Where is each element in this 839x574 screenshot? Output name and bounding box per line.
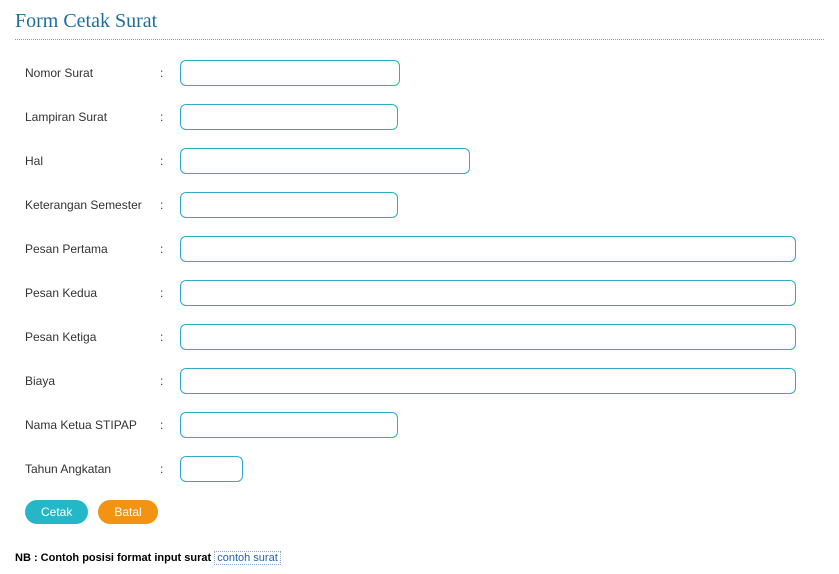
colon: : <box>160 242 180 256</box>
row-tahun-angkatan: Tahun Angkatan : <box>25 456 824 482</box>
form-cetak-surat: Nomor Surat : Lampiran Surat : Hal : Ket… <box>15 60 824 482</box>
label-hal: Hal <box>25 154 160 168</box>
row-pesan-kedua: Pesan Kedua : <box>25 280 824 306</box>
action-bar: Cetak Batal <box>15 500 824 524</box>
label-pesan-ketiga: Pesan Ketiga <box>25 330 160 344</box>
input-keterangan-semester[interactable] <box>180 192 398 218</box>
label-pesan-kedua: Pesan Kedua <box>25 286 160 300</box>
contoh-surat-link[interactable]: contoh surat <box>214 551 281 565</box>
row-hal: Hal : <box>25 148 824 174</box>
input-lampiran-surat[interactable] <box>180 104 398 130</box>
colon: : <box>160 154 180 168</box>
input-nama-ketua-stipap[interactable] <box>180 412 398 438</box>
input-nomor-surat[interactable] <box>180 60 400 86</box>
note-text: NB : Contoh posisi format input surat <box>15 552 214 564</box>
label-keterangan-semester: Keterangan Semester <box>25 198 160 212</box>
row-pesan-ketiga: Pesan Ketiga : <box>25 324 824 350</box>
label-biaya: Biaya <box>25 374 160 388</box>
page-title: Form Cetak Surat <box>15 10 824 33</box>
divider <box>15 39 824 40</box>
label-lampiran-surat: Lampiran Surat <box>25 110 160 124</box>
batal-button[interactable]: Batal <box>98 500 157 524</box>
input-pesan-ketiga[interactable] <box>180 324 796 350</box>
label-nama-ketua-stipap: Nama Ketua STIPAP <box>25 418 160 432</box>
colon: : <box>160 418 180 432</box>
row-pesan-pertama: Pesan Pertama : <box>25 236 824 262</box>
input-pesan-pertama[interactable] <box>180 236 796 262</box>
row-keterangan-semester: Keterangan Semester : <box>25 192 824 218</box>
row-lampiran-surat: Lampiran Surat : <box>25 104 824 130</box>
input-pesan-kedua[interactable] <box>180 280 796 306</box>
cetak-button[interactable]: Cetak <box>25 500 88 524</box>
colon: : <box>160 374 180 388</box>
colon: : <box>160 286 180 300</box>
input-tahun-angkatan[interactable] <box>180 456 243 482</box>
colon: : <box>160 198 180 212</box>
label-nomor-surat: Nomor Surat <box>25 66 160 80</box>
colon: : <box>160 462 180 476</box>
row-nama-ketua-stipap: Nama Ketua STIPAP : <box>25 412 824 438</box>
input-biaya[interactable] <box>180 368 796 394</box>
row-nomor-surat: Nomor Surat : <box>25 60 824 86</box>
label-tahun-angkatan: Tahun Angkatan <box>25 462 160 476</box>
colon: : <box>160 66 180 80</box>
note: NB : Contoh posisi format input surat co… <box>15 552 824 564</box>
input-hal[interactable] <box>180 148 470 174</box>
colon: : <box>160 110 180 124</box>
row-biaya: Biaya : <box>25 368 824 394</box>
label-pesan-pertama: Pesan Pertama <box>25 242 160 256</box>
colon: : <box>160 330 180 344</box>
